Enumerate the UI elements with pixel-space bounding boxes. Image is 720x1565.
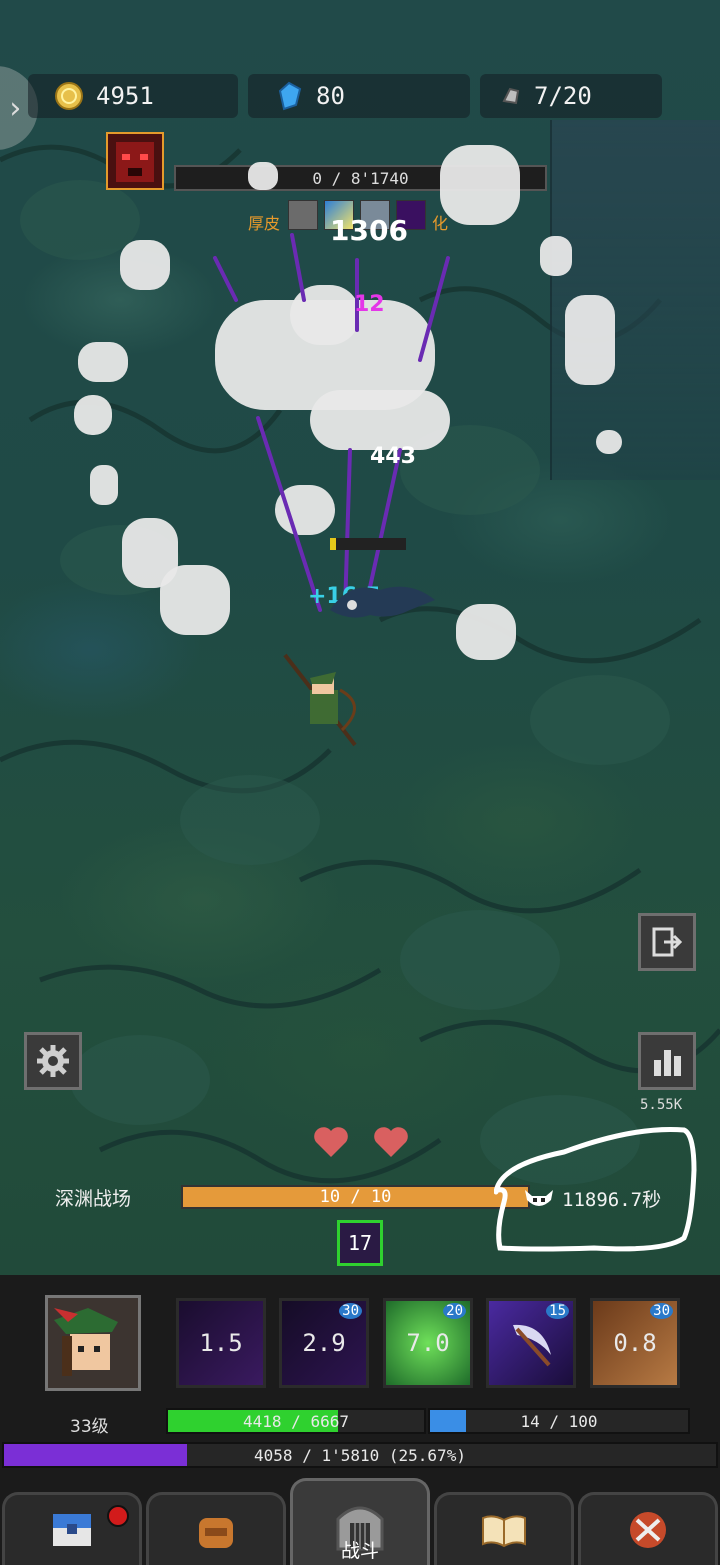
- stats-button[interactable]: [638, 1032, 696, 1090]
- skill-slot-2[interactable]: 30 2.9: [279, 1298, 369, 1388]
- shop-chest-icon: [53, 1514, 91, 1546]
- hero-xp-bar: 4058 / 1'5810 (25.67%): [2, 1442, 718, 1468]
- hero-hp-bar: 4418 / 6667: [166, 1408, 426, 1434]
- archer-portrait-icon: [54, 1308, 118, 1376]
- skill-cooldown: 2.9: [302, 1329, 346, 1357]
- heart-icon: [374, 1127, 408, 1157]
- bar-chart-icon: [654, 1050, 681, 1076]
- exit-icon: [652, 927, 683, 957]
- skill-level-badge: 30: [650, 1303, 673, 1319]
- gear-icon: [37, 1045, 69, 1077]
- nav-book-button[interactable]: [434, 1492, 574, 1565]
- nav-bag-button[interactable]: [146, 1492, 286, 1565]
- stage-progress-text: 10 / 10: [319, 1187, 392, 1207]
- skill-cooldown: 7.0: [406, 1329, 450, 1357]
- hero-mp-bar: 14 / 100: [428, 1408, 690, 1434]
- damage-number-white: 443: [370, 444, 416, 469]
- scythe-icon: [513, 1324, 551, 1367]
- archer-hero-sprite[interactable]: [280, 650, 370, 750]
- damage-number-magenta: 12: [354, 292, 385, 317]
- exit-battle-button[interactable]: [638, 913, 696, 971]
- skill-slot-1[interactable]: 1.5: [176, 1298, 266, 1388]
- stage-progress-bar: 10 / 10: [181, 1185, 530, 1209]
- nav-shop-button[interactable]: [2, 1492, 142, 1565]
- skill-slot-3[interactable]: 20 7.0: [383, 1298, 473, 1388]
- hero-level: 33级: [70, 1417, 109, 1437]
- nav-arena-button[interactable]: [578, 1492, 718, 1565]
- hero-hp-text: 4418 / 6667: [243, 1411, 349, 1431]
- hero-xp-text: 4058 / 1'5810 (25.67%): [254, 1445, 466, 1465]
- damage-number: 1306: [330, 214, 408, 247]
- bottom-nav: 战斗: [0, 1478, 720, 1565]
- xp-fill: [4, 1444, 187, 1466]
- stage-name: 深渊战场: [55, 1188, 132, 1210]
- skill-slot-5[interactable]: 30 0.8: [590, 1298, 680, 1388]
- skill-slot-4[interactable]: 15: [486, 1298, 576, 1388]
- lives-hearts: [312, 1125, 410, 1159]
- wave-counter: 17: [337, 1220, 383, 1266]
- hand-drawn-circle-annotation: [494, 1127, 697, 1252]
- enemy-hp-bar: [330, 538, 406, 550]
- skill-level-badge: 30: [339, 1303, 362, 1319]
- hero-portrait[interactable]: [45, 1295, 141, 1391]
- skill-level-badge: 20: [443, 1303, 466, 1319]
- nav-battle-label: 战斗: [340, 1540, 379, 1562]
- nav-battle-button[interactable]: 战斗: [290, 1478, 430, 1565]
- crossed-swords-icon: [630, 1512, 666, 1548]
- settings-button[interactable]: [24, 1032, 82, 1090]
- hero-mp-text: 14 / 100: [520, 1411, 598, 1431]
- mp-fill: [430, 1410, 467, 1432]
- wave-number: 17: [347, 1231, 373, 1255]
- dps-value: 5.55K: [640, 1097, 683, 1113]
- shadow-beast-enemy[interactable]: [310, 560, 440, 630]
- notification-badge: [107, 1505, 129, 1527]
- spellbook-icon: [482, 1515, 526, 1548]
- skill-cooldown: 0.8: [613, 1329, 657, 1357]
- skill-level-badge: 15: [546, 1303, 569, 1319]
- heart-icon: [314, 1127, 348, 1157]
- backpack-icon: [199, 1518, 233, 1548]
- skill-cooldown: 1.5: [199, 1329, 243, 1357]
